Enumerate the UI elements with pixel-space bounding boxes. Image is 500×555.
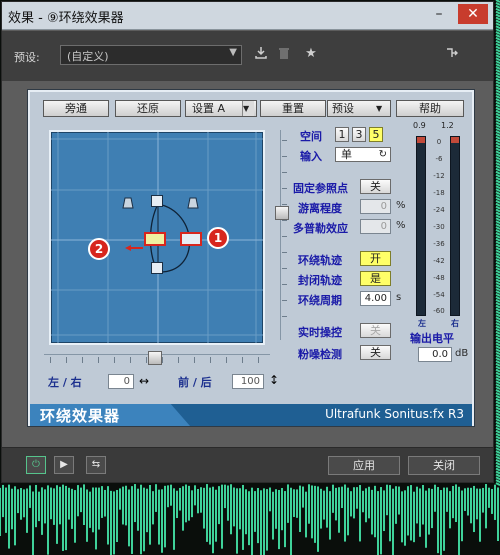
window-title: 效果 - ⑨环绕效果器 [8, 11, 124, 26]
doppler-value[interactable]: 0 [360, 219, 391, 234]
closed-track-label: 封闭轨迹 [298, 274, 342, 287]
help-button[interactable]: 帮助 [396, 100, 464, 117]
space-label: 空间 [300, 130, 322, 143]
slider-handle[interactable] [148, 351, 162, 365]
meter-scale: 0 -6 -12 -18 -24 -30 -36 -42 -48 -54 -60 [433, 138, 445, 315]
meter-right-label: 右 [451, 319, 459, 328]
arrow-left-icon [125, 236, 143, 251]
fixed-ref-label: 固定参照点 [293, 182, 348, 195]
front-back-arrows-icon: ↕ [269, 373, 280, 387]
preset-dropdown[interactable]: (自定义) ▼ [60, 45, 242, 65]
minimize-button[interactable]: – [428, 4, 450, 24]
source-marker-1[interactable] [180, 232, 202, 246]
restore-button[interactable]: 还原 [115, 100, 181, 117]
listener-front-marker[interactable] [151, 195, 163, 207]
output-level-unit: dB [455, 348, 469, 359]
power-icon[interactable]: ⏻ [26, 456, 46, 474]
deviation-unit: % [396, 200, 406, 211]
meter-left-label: 左 [418, 319, 426, 328]
doppler-label: 多普勒效应 [293, 222, 348, 235]
meter-right-peak: 1.2 [441, 121, 454, 130]
apply-button[interactable]: 应用 [328, 456, 400, 475]
left-right-arrows-icon: ↔ [139, 374, 150, 388]
space-option-1[interactable]: 1 [335, 127, 349, 142]
space-option-5[interactable]: 5 [369, 127, 383, 142]
surround-period-label: 环绕周期 [298, 294, 342, 307]
effect-window-screenshot: { "window": { "title": "效果 - ⑨环绕效果器", "m… [0, 0, 500, 555]
cycle-icon: ↻ [378, 149, 387, 160]
routing-icon[interactable] [444, 46, 460, 62]
pink-noise-toggle[interactable]: 关 [360, 345, 391, 360]
speaker-right-icon [185, 194, 201, 209]
plugin-footer: 环绕效果器 Ultrafunk Sonitus:fx R3 [30, 404, 472, 426]
settings-dropdown[interactable]: 设置 A ▼ [185, 100, 257, 117]
surround-period-value[interactable]: 4.00 [360, 291, 391, 306]
settings-label: 设置 A [192, 102, 226, 115]
preset-toolbar: 预设: (自定义) ▼ ★ [2, 31, 493, 81]
speaker-left-icon [120, 194, 136, 209]
surround-track-toggle[interactable]: 开 [360, 251, 391, 266]
input-label: 输入 [300, 150, 322, 163]
front-back-label: 前 / 后 [178, 376, 212, 389]
left-right-value[interactable]: 0 [108, 374, 134, 389]
callout-marker-1: 1 [207, 227, 229, 249]
reset-button[interactable]: 重置 [260, 100, 326, 117]
presets-label: 预设 [332, 102, 354, 115]
doppler-unit: % [396, 220, 406, 231]
pink-noise-label: 粉噪检测 [298, 348, 342, 361]
space-option-3[interactable]: 3 [352, 127, 366, 142]
favorite-star-icon[interactable]: ★ [303, 46, 319, 62]
fixed-ref-toggle[interactable]: 关 [360, 179, 391, 194]
bottom-toolbar: ⏻ ▶ ⇆ 应用 关闭 [2, 447, 493, 482]
input-value: 单 [341, 148, 352, 161]
slider-handle[interactable] [275, 206, 289, 220]
delete-preset-icon[interactable] [276, 46, 292, 62]
close-button[interactable]: 关闭 [408, 456, 480, 475]
level-meter-right [450, 136, 460, 316]
meter-left-peak: 0.9 [413, 121, 426, 130]
preset-label: 预设: [14, 51, 40, 64]
save-preset-icon[interactable] [253, 46, 269, 62]
source-marker-2[interactable] [144, 232, 166, 246]
title-bar[interactable]: 效果 - ⑨环绕效果器 – ✕ [2, 2, 493, 30]
callout-marker-2: 2 [88, 238, 110, 260]
left-right-slider[interactable] [44, 351, 270, 365]
chevron-down-icon: ▼ [242, 101, 254, 116]
surround-plugin-panel: 旁通 还原 设置 A ▼ 重置 预设 ▼ 帮助 1 2 左 / 右 0 ↔ 前 … [28, 90, 474, 426]
close-window-button[interactable]: ✕ [458, 4, 488, 24]
plugin-brand: Ultrafunk Sonitus:fx R3 [325, 407, 464, 421]
preset-value: (自定义) [67, 50, 109, 63]
deviation-label: 游离程度 [298, 202, 342, 215]
output-level-value[interactable]: 0.0 [418, 347, 452, 362]
loop-icon[interactable]: ⇆ [86, 456, 106, 474]
play-icon[interactable]: ▶ [54, 456, 74, 474]
surround-period-unit: s [396, 292, 402, 303]
realtime-toggle[interactable]: 关 [360, 323, 391, 338]
realtime-label: 实时操控 [298, 326, 342, 339]
effect-window: 效果 - ⑨环绕效果器 – ✕ 预设: (自定义) ▼ ★ 旁通 还原 设置 A… [1, 1, 494, 483]
presets-dropdown[interactable]: 预设 ▼ [327, 100, 391, 117]
listener-rear-marker[interactable] [151, 262, 163, 274]
left-right-label: 左 / 右 [48, 376, 82, 389]
plugin-title: 环绕效果器 [30, 404, 190, 426]
bypass-button[interactable]: 旁通 [43, 100, 109, 117]
deviation-value[interactable]: 0 [360, 199, 391, 214]
level-meter-left [416, 136, 426, 316]
front-back-value[interactable]: 100 [232, 374, 264, 389]
output-level-label: 输出电平 [410, 332, 454, 345]
surround-track-label: 环绕轨迹 [298, 254, 342, 267]
vertical-slider[interactable] [275, 130, 290, 340]
chevron-down-icon: ▼ [376, 104, 383, 113]
closed-track-toggle[interactable]: 是 [360, 271, 391, 286]
chevron-down-icon: ▼ [229, 47, 237, 58]
input-dropdown[interactable]: 单 ↻ [335, 147, 391, 162]
